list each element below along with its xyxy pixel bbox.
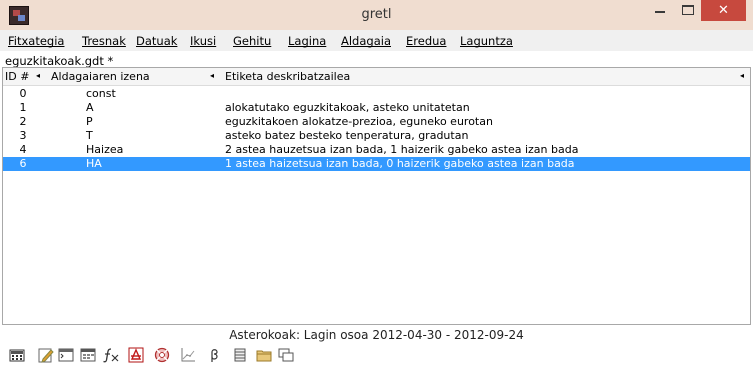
row-name: const bbox=[86, 87, 116, 100]
menu-tresnak[interactable]: Tresnak bbox=[82, 34, 126, 48]
menu-bar: Fitxategia Tresnak Datuak Ikusi Gehitu L… bbox=[0, 30, 753, 51]
menu-aldagaia[interactable]: Aldagaia bbox=[341, 34, 391, 48]
menu-datuak[interactable]: Datuak bbox=[136, 34, 177, 48]
row-name: P bbox=[86, 115, 93, 128]
row-id: 3 bbox=[19, 129, 27, 142]
row-name: T bbox=[86, 129, 93, 142]
calculator-icon[interactable] bbox=[9, 347, 25, 363]
function-icon[interactable] bbox=[102, 347, 120, 363]
graph-icon[interactable] bbox=[180, 347, 196, 363]
header-name[interactable]: Aldagaiaren izena bbox=[51, 70, 150, 83]
menu-ikusi[interactable]: Ikusi bbox=[190, 34, 216, 48]
windows-icon[interactable] bbox=[278, 347, 294, 363]
window-title: gretl bbox=[361, 7, 392, 22]
table-row[interactable]: 2 P eguzkitakoen alokatze-prezioa, egune… bbox=[3, 115, 750, 129]
table-row[interactable]: 3 T asteko batez besteko tenperatura, gr… bbox=[3, 129, 750, 143]
menu-lagina[interactable]: Lagina bbox=[288, 34, 326, 48]
dataset-filename: eguzkitakoak.gdt * bbox=[5, 54, 114, 68]
row-name: Haizea bbox=[86, 143, 124, 156]
terminal-icon[interactable] bbox=[58, 347, 74, 363]
row-id: 4 bbox=[19, 143, 27, 156]
row-label: 1 astea haizetsua izan bada, 0 haizerik … bbox=[225, 157, 575, 170]
menu-eredua[interactable]: Eredua bbox=[406, 34, 446, 48]
sort-arrow-icon[interactable]: ◂ bbox=[36, 71, 40, 80]
row-label: alokatutako eguzkitakoak, asteko unitate… bbox=[225, 101, 470, 114]
title-bar: gretl ✕ bbox=[0, 0, 753, 30]
menu-gehitu[interactable]: Gehitu bbox=[233, 34, 271, 48]
row-id: 0 bbox=[19, 87, 27, 100]
help-icon[interactable] bbox=[154, 347, 170, 363]
sort-arrow-icon[interactable]: ◂ bbox=[740, 71, 744, 80]
bottom-toolbar bbox=[0, 345, 753, 365]
maximize-button[interactable] bbox=[675, 0, 701, 21]
close-button[interactable]: ✕ bbox=[701, 0, 746, 21]
header-id[interactable]: ID # bbox=[5, 70, 29, 83]
menu-fitxategia[interactable]: Fitxategia bbox=[8, 34, 64, 48]
pdf-help-icon[interactable] bbox=[128, 347, 144, 363]
row-name: HA bbox=[86, 157, 102, 170]
edit-script-icon[interactable] bbox=[38, 347, 54, 363]
row-label: eguzkitakoen alokatze-prezioa, eguneko e… bbox=[225, 115, 493, 128]
row-label: 2 astea hauzetsua izan bada, 1 haizerik … bbox=[225, 143, 579, 156]
folder-icon[interactable] bbox=[256, 347, 272, 363]
header-label[interactable]: Etiketa deskribatzailea bbox=[225, 70, 350, 83]
table-row[interactable]: 0 const bbox=[3, 87, 750, 101]
row-id: 6 bbox=[19, 157, 27, 170]
sample-status: Asterokoak: Lagin osoa 2012-04-30 - 2012… bbox=[229, 328, 524, 342]
row-id: 1 bbox=[19, 101, 27, 114]
table-row[interactable]: 4 Haizea 2 astea hauzetsua izan bada, 1 … bbox=[3, 143, 750, 157]
table-row[interactable]: 1 A alokatutako eguzkitakoak, asteko uni… bbox=[3, 101, 750, 115]
row-label: asteko batez besteko tenperatura, gradut… bbox=[225, 129, 469, 142]
minimize-button[interactable] bbox=[647, 0, 673, 21]
close-icon: ✕ bbox=[718, 3, 729, 18]
table-header: ID # ◂ Aldagaiaren izena ◂ Etiketa deskr… bbox=[3, 68, 750, 86]
variable-list: ID # ◂ Aldagaiaren izena ◂ Etiketa deskr… bbox=[2, 67, 751, 325]
beta-icon[interactable] bbox=[206, 347, 222, 363]
menu-laguntza[interactable]: Laguntza bbox=[460, 34, 513, 48]
sort-arrow-icon[interactable]: ◂ bbox=[210, 71, 214, 80]
row-name: A bbox=[86, 101, 94, 114]
database-icon[interactable] bbox=[232, 347, 248, 363]
row-id: 2 bbox=[19, 115, 27, 128]
table-row-selected[interactable]: 6 HA 1 astea haizetsua izan bada, 0 haiz… bbox=[3, 157, 750, 171]
session-icon[interactable] bbox=[80, 347, 96, 363]
